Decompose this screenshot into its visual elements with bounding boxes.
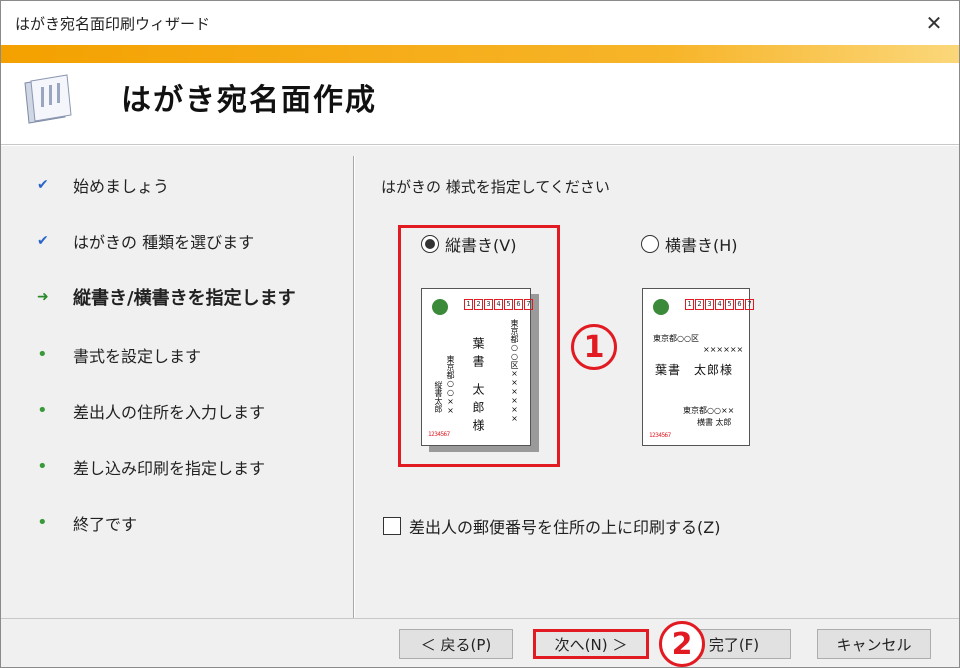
- close-icon: ✕: [925, 11, 943, 35]
- wizard-window: はがき宛名面印刷ウィザード ✕ はがき宛名面作成 ✔ 始めましょう ✔ はがきの…: [0, 0, 960, 668]
- step-item: ✔ はがきの 種類を選びます: [37, 226, 254, 256]
- step-item-current: ➜ 縦書き/横書きを指定します: [37, 282, 296, 312]
- bullet-icon: •: [37, 456, 48, 477]
- button-bar: ＜ 戻る(P) 次へ(N) ＞ 完了(F) キャンセル 2: [1, 618, 959, 667]
- next-button[interactable]: 次へ(N) ＞: [533, 629, 649, 659]
- panel-divider: [353, 156, 355, 618]
- bullet-icon: •: [37, 512, 48, 533]
- selection-highlight: [398, 225, 560, 467]
- checkbox[interactable]: [383, 517, 401, 535]
- stamp-icon: [653, 299, 669, 315]
- step-label: 終了です: [73, 515, 138, 534]
- wizard-content: ✔ 始めましょう ✔ はがきの 種類を選びます ➜ 縦書き/横書きを指定します …: [1, 146, 959, 618]
- step-label: 縦書き/横書きを指定します: [73, 288, 296, 309]
- recipient-name: 葉書 太郎様: [655, 363, 734, 377]
- wizard-document-icon: [24, 74, 72, 124]
- recipient-address: 東京都○○区: [653, 334, 699, 343]
- step-label: 差し込み印刷を指定します: [73, 459, 266, 478]
- step-item: • 差出人の住所を入力します: [37, 396, 265, 426]
- arrow-right-icon: ➜: [37, 289, 49, 305]
- step-item: • 書式を設定します: [37, 340, 201, 370]
- radio-button[interactable]: [641, 235, 659, 253]
- sender-address: 東京都○○××: [683, 406, 735, 415]
- sender-zip-checkbox-option[interactable]: 差出人の郵便番号を住所の上に印刷する(Z): [383, 514, 720, 538]
- step-label: 差出人の住所を入力します: [73, 403, 266, 422]
- recipient-address-line2: ××××××: [703, 345, 744, 354]
- step-item: • 差し込み印刷を指定します: [37, 452, 265, 482]
- cancel-button[interactable]: キャンセル: [817, 629, 931, 659]
- accent-bar: [1, 45, 959, 63]
- step-label: 始めましょう: [73, 177, 170, 196]
- check-icon: ✔: [37, 177, 49, 193]
- title-bar: はがき宛名面印刷ウィザード ✕: [1, 1, 959, 45]
- step-item: ✔ 始めましょう: [37, 170, 169, 200]
- checkbox-label: 差出人の郵便番号を住所の上に印刷する(Z): [409, 518, 721, 537]
- step-list: ✔ 始めましょう ✔ はがきの 種類を選びます ➜ 縦書き/横書きを指定します …: [1, 146, 353, 618]
- sender-zip: 1234567: [649, 432, 671, 439]
- horizontal-radio-label: 横書き(H): [665, 236, 738, 255]
- horizontal-postcard-preview[interactable]: 1234567 東京都○○区 ×××××× 葉書 太郎様 東京都○○×× 横書 …: [642, 288, 754, 446]
- page-title: はがき宛名面作成: [121, 83, 377, 118]
- window-title: はがき宛名面印刷ウィザード: [15, 15, 211, 33]
- step-item: • 終了です: [37, 508, 137, 538]
- horizontal-radio-option[interactable]: 横書き(H): [641, 232, 738, 256]
- instruction-text: はがきの 様式を指定してください: [381, 178, 610, 196]
- close-button[interactable]: ✕: [917, 7, 951, 39]
- bullet-icon: •: [37, 344, 48, 365]
- wizard-header: はがき宛名面作成: [1, 63, 959, 145]
- back-button[interactable]: ＜ 戻る(P): [399, 629, 513, 659]
- annotation-badge-2: 2: [659, 621, 705, 667]
- annotation-badge-1: 1: [571, 324, 617, 370]
- sender-name: 横書 太郎: [697, 418, 732, 427]
- step-label: はがきの 種類を選びます: [73, 233, 255, 252]
- step-label: 書式を設定します: [73, 347, 202, 366]
- bullet-icon: •: [37, 400, 48, 421]
- check-icon: ✔: [37, 233, 49, 249]
- zip-code-boxes: 1234567: [685, 299, 754, 310]
